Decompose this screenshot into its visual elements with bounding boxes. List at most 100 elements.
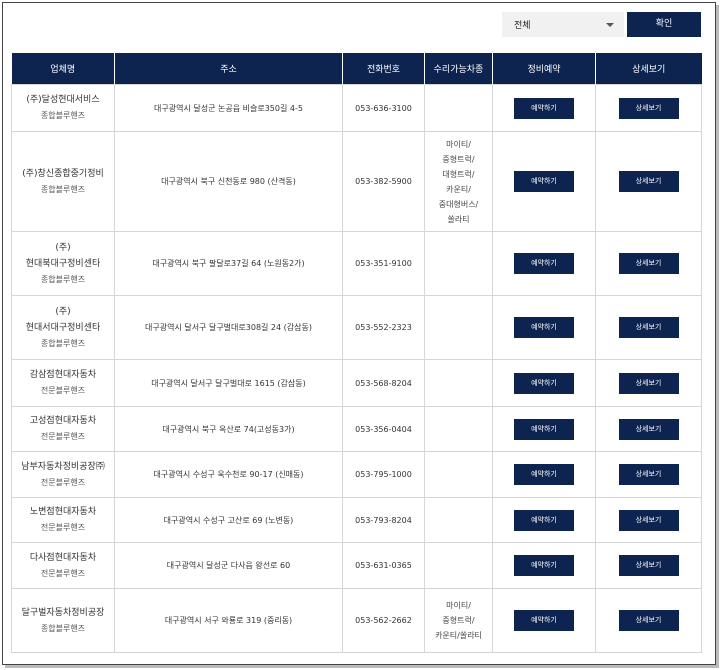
reserve-button[interactable]: 예약하기 [514,418,574,440]
reserve-button[interactable]: 예약하기 [514,253,574,274]
company-cell: 다사점현대자동차 전문블루핸즈 [11,542,115,589]
reservation-cell: 예약하기 [492,406,596,452]
detail-button[interactable]: 상세보기 [618,372,679,394]
phone-cell: 053-793-8204 [342,497,425,543]
filter-bar: 전체 확인 [3,3,715,48]
vehicles-cell [424,84,493,132]
address-cell: 대구광역시 수성구 욱수천로 90-17 (신매동) [114,451,343,498]
reservation-cell: 예약하기 [492,451,596,498]
company-type: 종합블루핸즈 [40,274,86,284]
reservation-cell: 예약하기 [492,359,596,407]
company-name: 현대북대구정비센타 [25,258,101,269]
reserve-button[interactable]: 예약하기 [514,317,574,338]
table-row: (주) 현대서대구정비센타 종합블루핸즈 대구광역시 달서구 달구벌대로308길 24… [11,295,702,360]
header-vehicles: 수리가능차종 [424,53,493,85]
company-type: 전문블루핸즈 [40,432,86,441]
detail-button[interactable]: 상세보기 [618,317,679,338]
reserve-button[interactable]: 예약하기 [514,610,574,631]
vehicles-cell [424,542,493,589]
vehicle-type: 카운티/ [446,184,471,194]
company-type: 전문블루핸즈 [40,523,86,532]
reservation-cell: 예약하기 [492,542,596,589]
table-row: (주) 현대북대구정비센타종합블루핸즈 대구광역시 북구 팔달로37길 64 (노원… [11,231,702,296]
address-cell: 대구광역시 서구 와룡로 319 (중리동) [114,588,343,653]
address-cell: 대구광역시 북구 팔달로37길 64 (노원동2가) [114,231,343,296]
detail-button[interactable]: 상세보기 [618,555,679,576]
company-name: 고성점현대자동차 [29,416,97,426]
company-type: 전문블루핸즈 [40,477,86,487]
company-type: 전문블루핸즈 [40,386,86,395]
reservation-cell: 예약하기 [492,588,596,653]
page-frame: 전체 확인 업체명 주소 전화번호 수리가능차종 정비예약 상세보기 (주)달성… [2,2,716,665]
company-cell: (주)창신종합중기정비종합블루핸즈 [11,131,115,232]
reserve-button[interactable]: 예약하기 [514,555,574,576]
detail-button[interactable]: 상세보기 [618,464,679,485]
phone-cell: 053-631-0365 [342,542,425,589]
detail-button[interactable]: 상세보기 [618,509,679,531]
company-cell: 감삼점현대자동차전문블루핸즈 [11,359,115,407]
address-cell: 대구광역시 수성구 고산로 69 (노변동) [114,497,343,543]
company-name: 감삼점현대자동차 [29,370,97,380]
reserve-button[interactable]: 예약하기 [514,509,574,531]
vehicles-cell: 마이티/중형트럭/대형트럭/카운티/중대형버스/쏠라티 [424,131,493,232]
address-cell: 대구광역시 달서구 달구벌대로308길 24 (감삼동) [114,295,343,360]
company-type: 전문블루핸즈 [40,568,86,578]
detail-cell: 상세보기 [595,451,702,498]
header-detail: 상세보기 [595,53,702,85]
reserve-button[interactable]: 예약하기 [514,171,574,192]
address-cell: 대구광역시 북구 옥산로 74(고성동3가) [114,406,343,452]
vehicles-cell [424,231,493,296]
vehicle-type: 대형트럭/ [442,169,475,179]
detail-cell: 상세보기 [595,131,702,232]
phone-cell: 053-552-2323 [342,295,425,360]
table-header-row: 업체명 주소 전화번호 수리가능차종 정비예약 상세보기 [11,53,702,85]
vehicle-type: 마이티/ [446,139,471,149]
company-type: 종합블루핸즈 [40,184,86,194]
reserve-button[interactable]: 예약하기 [514,372,574,394]
detail-button[interactable]: 상세보기 [618,610,679,631]
reservation-cell: 예약하기 [492,84,596,132]
detail-cell: 상세보기 [595,84,702,132]
table-row: (주)창신종합중기정비 종합블루핸즈 대구광역시 북구 신천동로 980 (산격동)… [11,131,702,232]
detail-button[interactable]: 상세보기 [618,171,679,192]
phone-cell: 053-351-9100 [342,231,425,296]
detail-button[interactable]: 상세보기 [618,418,679,440]
confirm-button[interactable]: 확인 [627,12,701,37]
table-row: (주)달성현대서비스 종합블루핸즈 대구광역시 달성군 논공읍 비슬로350길 4-… [11,84,702,132]
company-cell: (주) 현대북대구정비센타종합블루핸즈 [11,231,115,296]
detail-cell: 상세보기 [595,542,702,589]
vehicles-cell [424,497,493,543]
company-cell: (주) 현대서대구정비센타 종합블루핸즈 [11,295,115,360]
table-row: 남부자동차정비공장㈜ 전문블루핸즈 대구광역시 수성구 욱수천로 90-17 (신매… [11,451,702,498]
detail-cell: 상세보기 [595,406,702,452]
category-select[interactable]: 전체 [502,12,624,37]
phone-cell: 053-636-3100 [342,84,425,132]
reserve-button[interactable]: 예약하기 [514,464,574,485]
header-phone: 전화번호 [342,53,425,85]
company-name: 노변점현대자동차 [29,507,97,517]
vehicles-cell [424,295,493,360]
company-name: (주)창신종합중기정비 [22,168,104,179]
company-cell: 달구벌자동차정비공장 종합블루핸즈 [11,588,115,653]
address-cell: 대구광역시 북구 신천동로 980 (산격동) [114,131,343,232]
header-address: 주소 [114,53,343,85]
vehicle-type: 중형트럭/ [442,616,475,625]
reserve-button[interactable]: 예약하기 [514,97,574,119]
company-type: 종합블루핸즈 [40,338,86,348]
reservation-cell: 예약하기 [492,231,596,296]
company-name: (주) [55,306,71,317]
company-type: 종합블루핸즈 [40,111,86,120]
vehicle-type: 카운티/쏠라티 [435,631,482,640]
chevron-down-icon [606,23,614,27]
vehicles-cell: 마이티/중형트럭/카운티/쏠라티 [424,588,493,653]
vehicle-type: 마이티/ [446,601,471,610]
reservation-cell: 예약하기 [492,497,596,543]
detail-cell: 상세보기 [595,588,702,653]
company-name: 남부자동차정비공장㈜ [21,461,105,472]
table-row: 달구벌자동차정비공장 종합블루핸즈 대구광역시 서구 와룡로 319 (중리동) 05… [11,588,702,653]
detail-button[interactable]: 상세보기 [618,97,679,119]
phone-cell: 053-356-0404 [342,406,425,452]
detail-button[interactable]: 상세보기 [618,253,679,274]
vehicle-type: 중대형버스/ [438,199,479,209]
company-name: (주) [55,242,71,253]
